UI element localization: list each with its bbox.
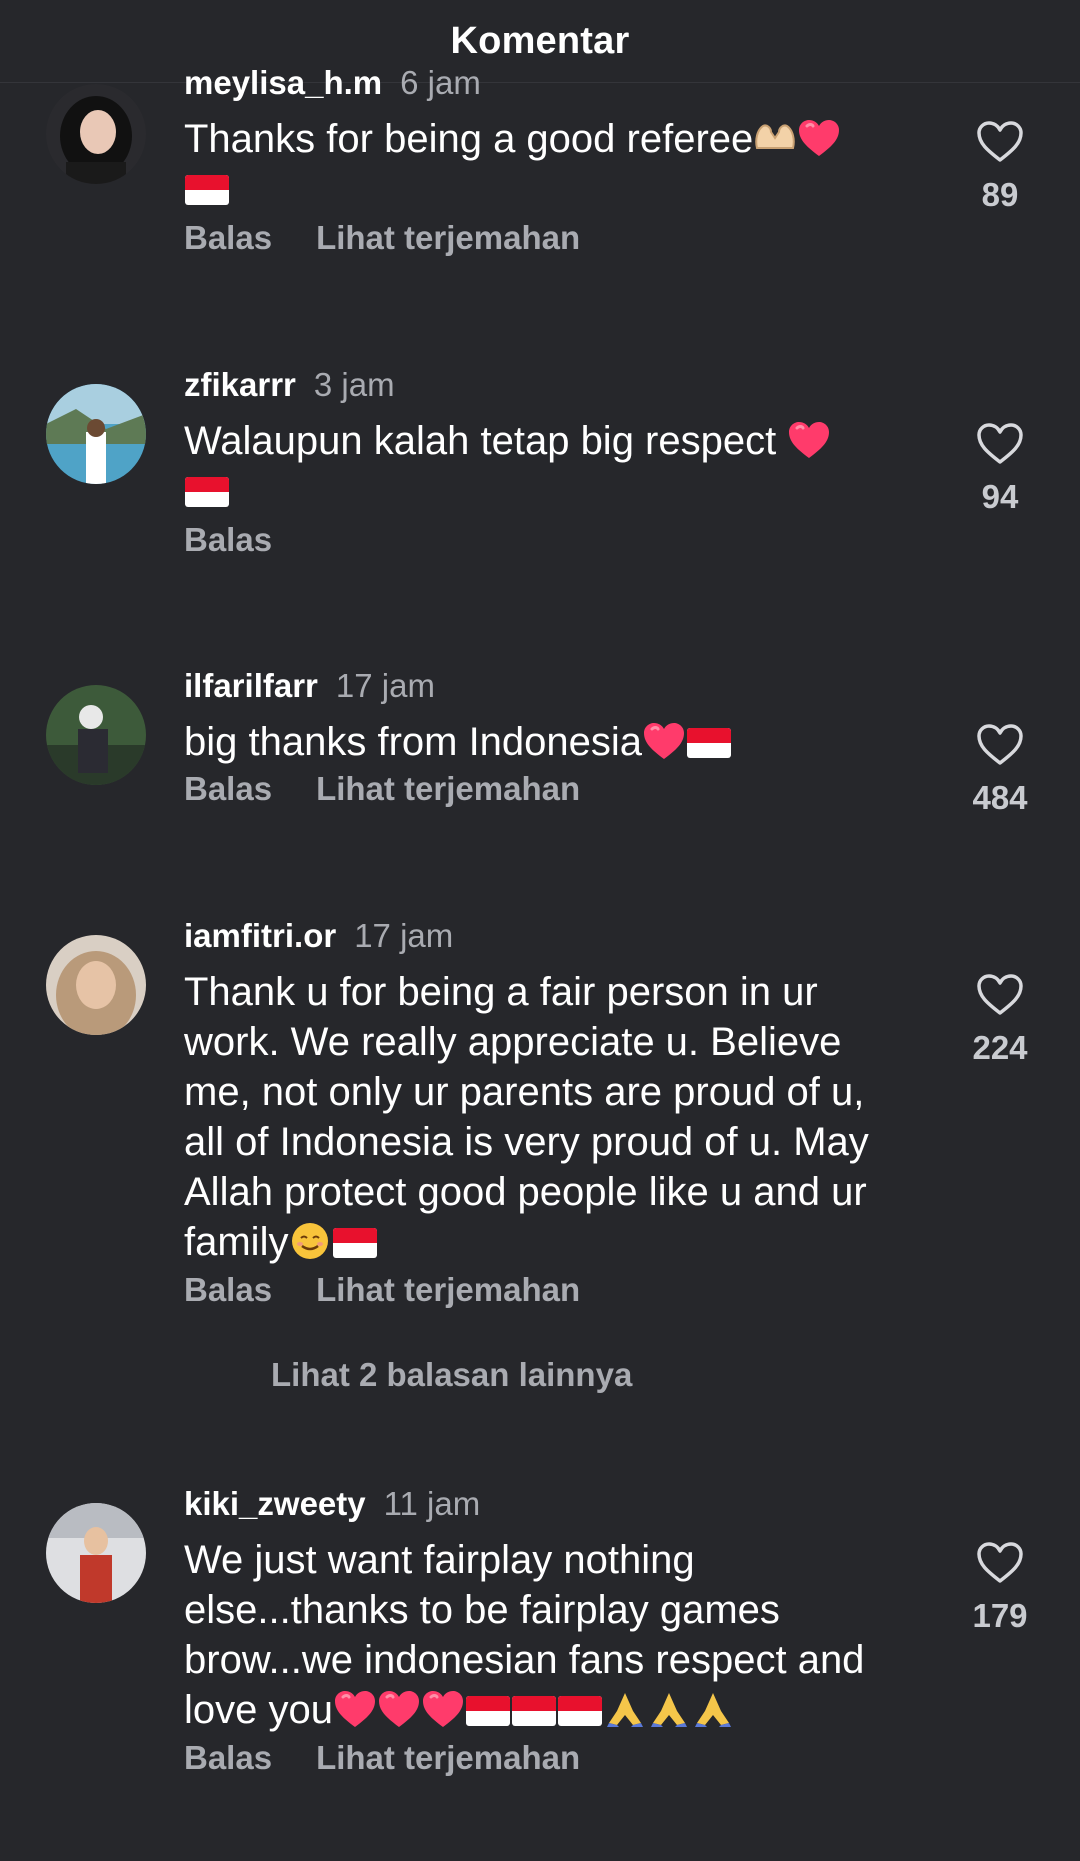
folded-hands-emoji-icon (691, 1689, 735, 1729)
comment-text-content: Thanks for being a good referee (184, 117, 754, 161)
username[interactable]: zfikarrr (184, 366, 296, 403)
comment-text-line: else...thanks to be fairplay games (184, 1588, 780, 1632)
username[interactable]: meylisa_h.m (184, 64, 382, 101)
indonesia-flag-emoji-icon (557, 1695, 603, 1727)
red-heart-emoji-icon (377, 1689, 421, 1729)
like-count: 94 (981, 478, 1019, 515)
username[interactable]: kiki_zweety (184, 1485, 366, 1522)
comment-actions: Balas Lihat terjemahan (184, 1271, 624, 1309)
indonesia-flag-emoji-icon (332, 1227, 378, 1259)
folded-hands-emoji-icon (647, 1689, 691, 1729)
avatar[interactable] (46, 685, 146, 785)
like-count: 179 (972, 1597, 1028, 1634)
timestamp: 11 jam (383, 1485, 481, 1522)
indonesia-flag-emoji-icon (511, 1695, 557, 1727)
red-heart-emoji-icon (797, 118, 841, 158)
like-count: 224 (972, 1029, 1028, 1066)
reply-button[interactable]: Balas (184, 1271, 272, 1308)
comment-meta: meylisa_h.m 6 jam (184, 64, 481, 102)
translate-button[interactable]: Lihat terjemahan (316, 219, 580, 256)
indonesia-flag-emoji-icon (465, 1695, 511, 1727)
red-heart-emoji-icon (421, 1689, 465, 1729)
comment-text-line: all of Indonesia is very proud of u. May (184, 1120, 869, 1164)
username[interactable]: iamfitri.or (184, 917, 336, 954)
smiling-face-emoji-icon (288, 1221, 332, 1261)
reply-button[interactable]: Balas (184, 1739, 272, 1776)
like-button[interactable]: 89 (960, 120, 1040, 214)
comment-text-line: family (184, 1220, 289, 1264)
heart-outline-icon[interactable] (976, 120, 1024, 164)
avatar[interactable] (46, 1503, 146, 1603)
translate-button[interactable]: Lihat terjemahan (316, 1271, 580, 1308)
heart-outline-icon[interactable] (976, 1541, 1024, 1585)
heart-outline-icon[interactable] (976, 422, 1024, 466)
comment-meta: kiki_zweety 11 jam (184, 1485, 480, 1523)
avatar[interactable] (46, 84, 146, 184)
folded-hands-emoji-icon (603, 1689, 647, 1729)
comment-text: Thanks for being a good referee (184, 114, 944, 214)
comment-text-line: Allah protect good people like u and ur (184, 1170, 867, 1214)
header: Komentar (0, 0, 1080, 83)
avatar[interactable] (46, 935, 146, 1035)
reply-button[interactable]: Balas (184, 770, 272, 807)
red-heart-emoji-icon (333, 1689, 377, 1729)
comment-text-line: We just want fairplay nothing (184, 1538, 695, 1582)
comment-text-content: big thanks from Indonesia (184, 720, 643, 764)
comment-meta: zfikarrr 3 jam (184, 366, 395, 404)
reply-button[interactable]: Balas (184, 219, 272, 256)
red-heart-emoji-icon (642, 721, 686, 761)
page-title: Komentar (450, 19, 630, 62)
timestamp: 17 jam (354, 917, 454, 954)
comment-text-line: work. We really appreciate u. Believe (184, 1020, 842, 1064)
heart-hands-emoji-icon (753, 118, 797, 158)
comment-actions: Balas Lihat terjemahan (184, 219, 624, 257)
comment-text-line: brow...we indonesian fans respect and (184, 1638, 865, 1682)
like-button[interactable]: 484 (960, 723, 1040, 817)
comment-actions: Balas (184, 521, 316, 559)
comment-actions: Balas Lihat terjemahan (184, 1739, 624, 1777)
comment-text: We just want fairplay nothing else...tha… (184, 1535, 944, 1735)
comment-meta: iamfitri.or 17 jam (184, 917, 453, 955)
heart-outline-icon[interactable] (976, 723, 1024, 767)
comment-text: Walaupun kalah tetap big respect (184, 416, 944, 516)
view-more-replies-button[interactable]: Lihat 2 balasan lainnya (271, 1356, 632, 1394)
red-heart-emoji-icon (787, 420, 831, 460)
like-button[interactable]: 224 (960, 973, 1040, 1067)
indonesia-flag-emoji-icon (184, 476, 230, 508)
translate-button[interactable]: Lihat terjemahan (316, 770, 580, 807)
comment-text-line: love you (184, 1688, 333, 1732)
reply-button[interactable]: Balas (184, 521, 272, 558)
translate-button[interactable]: Lihat terjemahan (316, 1739, 580, 1776)
like-count: 484 (972, 779, 1028, 816)
comment-text-line: me, not only ur parents are proud of u, (184, 1070, 865, 1114)
like-button[interactable]: 179 (960, 1541, 1040, 1635)
timestamp: 17 jam (335, 667, 435, 704)
comment-text-content: Walaupun kalah tetap big respect (184, 419, 788, 463)
indonesia-flag-emoji-icon (686, 727, 732, 759)
comment-actions: Balas Lihat terjemahan (184, 770, 624, 808)
username[interactable]: ilfarilfarr (184, 667, 318, 704)
heart-outline-icon[interactable] (976, 973, 1024, 1017)
comment-text-line: Thank u for being a fair person in ur (184, 970, 818, 1014)
comment-meta: ilfarilfarr 17 jam (184, 667, 435, 705)
comment-text: Thank u for being a fair person in ur wo… (184, 967, 944, 1267)
indonesia-flag-emoji-icon (184, 174, 230, 206)
timestamp: 6 jam (400, 64, 481, 101)
like-count: 89 (981, 176, 1019, 213)
comment-text: big thanks from Indonesia (184, 717, 944, 767)
like-button[interactable]: 94 (960, 422, 1040, 516)
timestamp: 3 jam (313, 366, 395, 403)
avatar[interactable] (46, 384, 146, 484)
